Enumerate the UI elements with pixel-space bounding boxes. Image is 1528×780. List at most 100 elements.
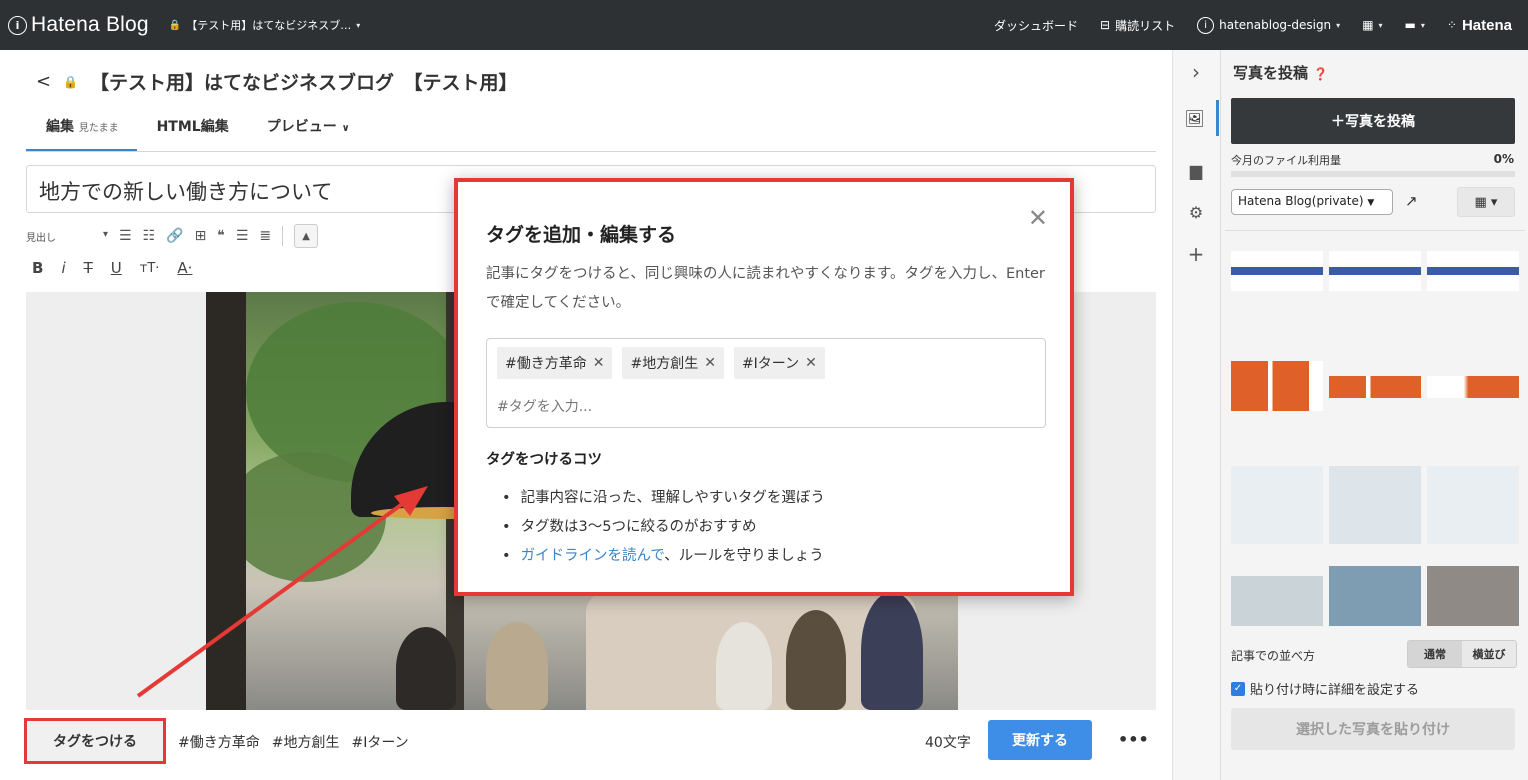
tag-edit-modal: タグを追加・編集する ✕ 記事にタグをつけると、同じ興味の人に読まれやすくなりま… [454,178,1074,596]
photo-thumbnail[interactable] [1329,566,1421,626]
tag-chip: #地方創生 ✕ [622,347,724,379]
close-icon[interactable]: ✕ [1028,204,1048,232]
post-photo-button[interactable]: ＋写真を投稿 [1231,98,1515,144]
panel-title: 写真を投稿 ❓ [1233,62,1328,83]
remove-tag-icon[interactable]: ✕ [704,355,716,371]
heading-select[interactable]: 見出し ▾ [26,229,108,244]
comment-icon: ▬ [1404,18,1416,32]
detail-setting-label: 貼り付け時に詳細を設定する [1250,683,1420,698]
photo-thumbnails [1225,230,1525,626]
gear-icon[interactable]: ⚙ [1173,194,1219,230]
photo-thumbnail[interactable] [1427,566,1519,626]
photo-thumbnail[interactable] [1329,251,1421,291]
user-avatar-icon: i [1197,16,1215,34]
sort-normal-button[interactable]: 通常 [1408,641,1462,667]
quote-icon[interactable]: ❝ [217,228,225,244]
update-button[interactable]: 更新する [988,720,1092,760]
brand-name: Hatena Blog [31,13,149,36]
font-size-icon[interactable]: тT· [140,261,160,276]
photo-thumbnail[interactable] [1427,251,1519,291]
remove-tag-icon[interactable]: ✕ [805,355,817,371]
usage-percent: 0% [1493,152,1514,166]
tab-wysiwyg[interactable]: 編集 見たまま [26,104,137,152]
album-select[interactable]: Hatena Blog(private) ▼ [1231,189,1393,215]
tips-title: タグをつけるコツ [486,452,602,468]
tab-html[interactable]: HTML編集 [137,104,247,152]
paste-selected-button[interactable]: 選択した写真を貼り付け [1231,708,1515,750]
table-icon[interactable]: ⊞ [195,228,207,244]
plus-icon[interactable]: + [1173,236,1219,272]
guideline-link[interactable]: ガイドラインを読んで [521,548,665,564]
dashboard-link[interactable]: ダッシュボード [994,17,1078,34]
collapse-toolbar-icon[interactable]: ▲ [294,224,319,248]
numbered-list-icon[interactable]: ☷ [143,228,156,244]
tip-item: ガイドラインを読んで、ルールを守りましょう [502,542,825,571]
more-options-icon[interactable]: ••• [1118,730,1149,749]
hatena-link[interactable]: ⁘ Hatena [1447,17,1512,34]
photo-thumbnail[interactable] [1329,376,1421,398]
grid-icon: ▦ ▾ [1474,194,1498,210]
view-grid-button[interactable]: ▦ ▾ [1457,187,1515,217]
back-chevron-icon[interactable]: < [36,71,51,92]
sort-label: 記事での並べ方 [1231,649,1316,663]
lock-icon: 🔒 [63,74,79,89]
tabs-divider [26,151,1156,152]
modal-description: 記事にタグをつけると、同じ興味の人に読まれやすくなります。タグを入力し、Ente… [486,266,1045,311]
help-icon[interactable]: ❓ [1313,67,1328,81]
photo-thumbnail[interactable] [1427,376,1519,398]
remove-tag-icon[interactable]: ✕ [593,355,605,371]
panel-title-label: 写真を投稿 [1233,64,1309,82]
side-icon-strip: › 🖼 ▆ ⚙ + [1172,50,1220,780]
caret-down-icon: ▾ [102,228,108,240]
photo-thumbnail[interactable] [1231,466,1323,544]
user-menu[interactable]: i hatenablog-design ▾ [1197,16,1340,34]
tab-wysiwyg-label: 編集 [46,119,74,135]
tag-input-box[interactable]: #働き方革命 ✕ #地方創生 ✕ #Iターン ✕ #タグを入力... [486,338,1046,428]
tag-item: #働き方革命 [178,735,260,751]
bold-icon[interactable]: B [32,259,43,277]
lock-icon: 🔒 [168,19,182,31]
reading-list-link[interactable]: ⊟ 購読リスト [1100,17,1175,34]
modal-title: タグを追加・編集する [486,224,677,246]
tag-chip-label: #Iターン [741,356,800,372]
photo-thumbnail[interactable] [1231,361,1323,411]
photo-panel: 写真を投稿 ❓ ＋写真を投稿 今月のファイル利用量 0% Hatena Blog… [1220,50,1528,780]
apps-menu[interactable]: ▦ ▾ [1362,18,1382,32]
tab-preview-label: プレビュー [266,119,337,135]
image-icon[interactable]: 🖼 [1173,100,1219,136]
chevron-down-icon: ▼ [1367,198,1375,208]
tag-item: #地方創生 [271,735,340,751]
tip-item-rest: 、ルールを守りましょう [664,548,824,564]
blog-selector[interactable]: 🔒 【テスト用】はてなビジネスブ… ▾ [169,17,360,33]
detail-setting-checkbox[interactable]: ✓ 貼り付け時に詳細を設定する [1231,679,1419,698]
text-color-icon[interactable]: A· [177,259,192,277]
tag-item: #Iターン [351,735,409,751]
external-link-icon[interactable]: ↗ [1405,192,1418,210]
tab-preview[interactable]: プレビュー ∨ [247,104,368,152]
notifications-menu[interactable]: ▬ ▾ [1405,18,1425,32]
photo-thumbnail[interactable] [1231,576,1323,626]
italic-icon[interactable]: i [61,259,65,277]
underline-icon[interactable]: U [111,259,122,277]
photo-thumbnail[interactable] [1329,466,1421,544]
photo-thumbnail[interactable] [1427,466,1519,544]
add-tags-button[interactable]: タグをつける [24,718,166,764]
photo-thumbnail[interactable] [1231,251,1323,291]
list-icon[interactable]: ☰ [236,228,249,244]
sort-horizontal-button[interactable]: 横並び [1462,641,1516,667]
hatena-logo-icon: i [8,15,27,35]
tag-input[interactable]: #タグを入力... [497,396,592,416]
collapse-panel-icon[interactable]: › [1173,54,1219,90]
tag-chip-label: #働き方革命 [505,356,587,372]
strikethrough-icon[interactable]: T [84,259,93,277]
toolbar-divider [282,226,284,246]
caret-down-icon: ▾ [1420,20,1425,30]
blog-selector-label: 【テスト用】はてなビジネスブ… [186,19,352,32]
folder-icon[interactable]: ▆ [1173,152,1219,188]
bullet-list-icon[interactable]: ☰ [119,228,132,244]
more-icon[interactable]: ≣ [259,228,271,244]
user-name: hatenablog-design [1219,18,1332,32]
link-icon[interactable]: 🔗 [166,228,183,244]
hatena-blog-logo[interactable]: i Hatena Blog [8,13,149,37]
tips-list: 記事内容に沿った、理解しやすいタグを選ぼう タグ数は3〜5つに絞るのがおすすめ … [502,484,825,571]
